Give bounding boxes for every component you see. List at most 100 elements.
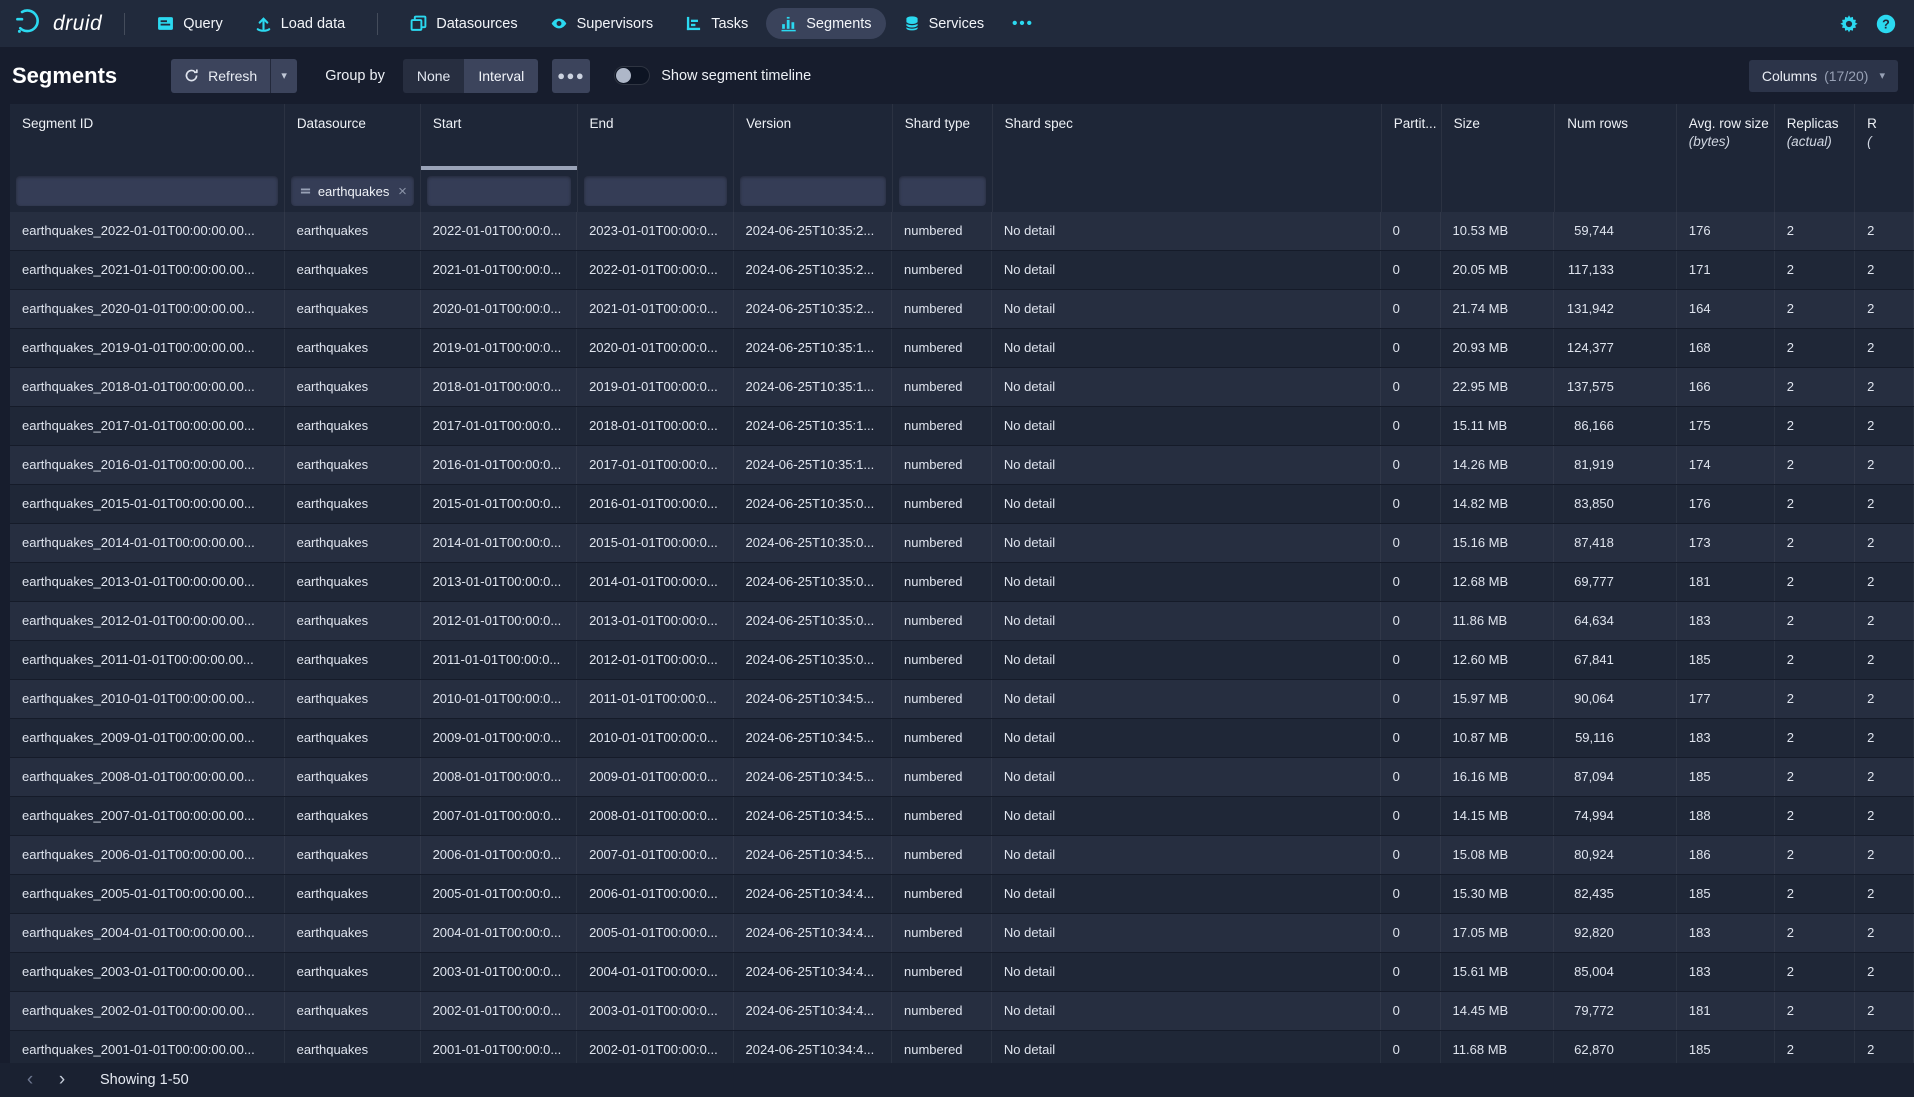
column-header-start[interactable]: Start bbox=[421, 104, 578, 170]
cell-version: 2024-06-25T10:34:5... bbox=[734, 719, 892, 757]
filter-input-end[interactable] bbox=[584, 176, 728, 206]
table-row[interactable]: earthquakes_2020-01-01T00:00:00.00...ear… bbox=[10, 290, 1914, 329]
filter-clear-icon[interactable]: × bbox=[398, 184, 407, 199]
cell-start: 2017-01-01T00:00:0... bbox=[421, 407, 577, 445]
nav-tab-services[interactable]: Services bbox=[890, 8, 999, 39]
column-header-replicas[interactable]: Replicas(actual) bbox=[1775, 104, 1855, 170]
cell-segment_id: earthquakes_2018-01-01T00:00:00.00... bbox=[10, 368, 285, 406]
columns-button[interactable]: Columns (17/20) ▾ bbox=[1749, 60, 1898, 92]
nav-tab-datasources[interactable]: Datasources bbox=[396, 8, 531, 39]
column-header-label: Segment ID bbox=[22, 116, 284, 131]
cell-shard_type: numbered bbox=[892, 992, 992, 1030]
refresh-options-button[interactable]: ▾ bbox=[270, 59, 297, 93]
column-header-version[interactable]: Version bbox=[734, 104, 893, 170]
column-header-partition[interactable]: Partit... bbox=[1382, 104, 1442, 170]
cell-datasource: earthquakes bbox=[285, 563, 421, 601]
cell-size: 16.16 MB bbox=[1441, 758, 1555, 796]
nav-tab-query[interactable]: Query bbox=[143, 8, 237, 39]
cell-size: 21.74 MB bbox=[1441, 290, 1555, 328]
nav-tab-load-data[interactable]: Load data bbox=[241, 8, 360, 39]
nav-tab-tasks[interactable]: Tasks bbox=[671, 8, 762, 39]
table-row[interactable]: earthquakes_2007-01-01T00:00:00.00...ear… bbox=[10, 797, 1914, 836]
column-header-segment_id[interactable]: Segment ID bbox=[10, 104, 285, 170]
cell-num_rows: 83,850 bbox=[1554, 485, 1677, 523]
column-header-replication_factor[interactable]: R( bbox=[1855, 104, 1914, 170]
table-row[interactable]: earthquakes_2002-01-01T00:00:00.00...ear… bbox=[10, 992, 1914, 1031]
cell-shard_spec: No detail bbox=[992, 641, 1381, 679]
refresh-button[interactable]: Refresh bbox=[171, 59, 270, 93]
more-actions-button[interactable]: ●●● bbox=[552, 59, 590, 93]
table-row[interactable]: earthquakes_2006-01-01T00:00:00.00...ear… bbox=[10, 836, 1914, 875]
table-row[interactable]: earthquakes_2005-01-01T00:00:00.00...ear… bbox=[10, 875, 1914, 914]
cell-shard_type: numbered bbox=[892, 563, 992, 601]
table-row[interactable]: earthquakes_2014-01-01T00:00:00.00...ear… bbox=[10, 524, 1914, 563]
table-row[interactable]: earthquakes_2009-01-01T00:00:00.00...ear… bbox=[10, 719, 1914, 758]
cell-shard_spec: No detail bbox=[992, 563, 1381, 601]
nav-tab-supervisors[interactable]: Supervisors bbox=[536, 8, 668, 39]
column-header-shard_type[interactable]: Shard type bbox=[893, 104, 993, 170]
table-row[interactable]: earthquakes_2021-01-01T00:00:00.00...ear… bbox=[10, 251, 1914, 290]
table-row[interactable]: earthquakes_2017-01-01T00:00:00.00...ear… bbox=[10, 407, 1914, 446]
filter-cell-shard_spec bbox=[993, 170, 1382, 212]
cell-replicas: 2 bbox=[1775, 953, 1855, 991]
nav-more-button[interactable]: ••• bbox=[1000, 15, 1046, 32]
settings-gear-icon[interactable] bbox=[1839, 14, 1859, 34]
table-row[interactable]: earthquakes_2004-01-01T00:00:00.00...ear… bbox=[10, 914, 1914, 953]
help-icon[interactable]: ? bbox=[1876, 14, 1896, 34]
column-header-size[interactable]: Size bbox=[1442, 104, 1556, 170]
show-timeline-toggle[interactable] bbox=[614, 66, 650, 85]
cell-start: 2011-01-01T00:00:0... bbox=[421, 641, 577, 679]
cell-size: 10.87 MB bbox=[1441, 719, 1555, 757]
cell-datasource: earthquakes bbox=[285, 485, 421, 523]
column-header-avg_row_size[interactable]: Avg. row size(bytes) bbox=[1677, 104, 1775, 170]
svg-text:?: ? bbox=[1882, 17, 1890, 31]
filter-input-segment_id[interactable] bbox=[16, 176, 278, 206]
cell-replicas: 2 bbox=[1775, 251, 1855, 289]
cell-shard_type: numbered bbox=[892, 836, 992, 874]
druid-logo[interactable]: druid bbox=[14, 8, 102, 40]
group-by-option-interval[interactable]: Interval bbox=[464, 59, 538, 93]
column-header-label: Start bbox=[433, 116, 577, 131]
segments-toolbar: Segments Refresh ▾ Group by NoneInterval… bbox=[0, 47, 1914, 104]
filter-tag-datasource[interactable]: earthquakes × bbox=[291, 176, 414, 206]
cell-segment_id: earthquakes_2014-01-01T00:00:00.00... bbox=[10, 524, 285, 562]
nav-tab-label: Supervisors bbox=[577, 16, 654, 32]
table-row[interactable]: earthquakes_2015-01-01T00:00:00.00...ear… bbox=[10, 485, 1914, 524]
group-by-option-none[interactable]: None bbox=[403, 59, 464, 93]
cell-shard_spec: No detail bbox=[992, 485, 1381, 523]
cell-segment_id: earthquakes_2022-01-01T00:00:00.00... bbox=[10, 212, 285, 250]
table-row[interactable]: earthquakes_2019-01-01T00:00:00.00...ear… bbox=[10, 329, 1914, 368]
nav-tab-segments[interactable]: Segments bbox=[766, 8, 885, 39]
cell-replication_factor: 2 bbox=[1855, 797, 1914, 835]
cell-replication_factor: 2 bbox=[1855, 485, 1914, 523]
next-page-button[interactable]: › bbox=[46, 1065, 78, 1095]
table-row[interactable]: earthquakes_2018-01-01T00:00:00.00...ear… bbox=[10, 368, 1914, 407]
cell-datasource: earthquakes bbox=[285, 290, 421, 328]
table-row[interactable]: earthquakes_2022-01-01T00:00:00.00...ear… bbox=[10, 212, 1914, 251]
column-header-end[interactable]: End bbox=[578, 104, 735, 170]
column-header-num_rows[interactable]: Num rows bbox=[1555, 104, 1676, 170]
cell-replicas: 2 bbox=[1775, 524, 1855, 562]
cell-shard_spec: No detail bbox=[992, 719, 1381, 757]
cell-version: 2024-06-25T10:35:2... bbox=[734, 251, 892, 289]
filter-input-start[interactable] bbox=[427, 176, 571, 206]
table-row[interactable]: earthquakes_2012-01-01T00:00:00.00...ear… bbox=[10, 602, 1914, 641]
cell-version: 2024-06-25T10:35:2... bbox=[734, 290, 892, 328]
nav-tab-label: Services bbox=[929, 16, 985, 32]
cell-start: 2020-01-01T00:00:0... bbox=[421, 290, 577, 328]
table-row[interactable]: earthquakes_2011-01-01T00:00:00.00...ear… bbox=[10, 641, 1914, 680]
datasources-icon bbox=[410, 15, 427, 32]
table-row[interactable]: earthquakes_2008-01-01T00:00:00.00...ear… bbox=[10, 758, 1914, 797]
column-header-datasource[interactable]: Datasource bbox=[285, 104, 421, 170]
cell-segment_id: earthquakes_2008-01-01T00:00:00.00... bbox=[10, 758, 285, 796]
previous-page-button[interactable]: ‹ bbox=[14, 1065, 46, 1095]
table-row[interactable]: earthquakes_2013-01-01T00:00:00.00...ear… bbox=[10, 563, 1914, 602]
table-row[interactable]: earthquakes_2016-01-01T00:00:00.00...ear… bbox=[10, 446, 1914, 485]
table-row[interactable]: earthquakes_2010-01-01T00:00:00.00...ear… bbox=[10, 680, 1914, 719]
filter-input-shard_type[interactable] bbox=[899, 176, 986, 206]
column-header-shard_spec[interactable]: Shard spec bbox=[993, 104, 1382, 170]
filter-input-version[interactable] bbox=[740, 176, 886, 206]
table-row[interactable]: earthquakes_2003-01-01T00:00:00.00...ear… bbox=[10, 953, 1914, 992]
cell-num_rows: 79,772 bbox=[1554, 992, 1677, 1030]
cell-shard_type: numbered bbox=[892, 329, 992, 367]
